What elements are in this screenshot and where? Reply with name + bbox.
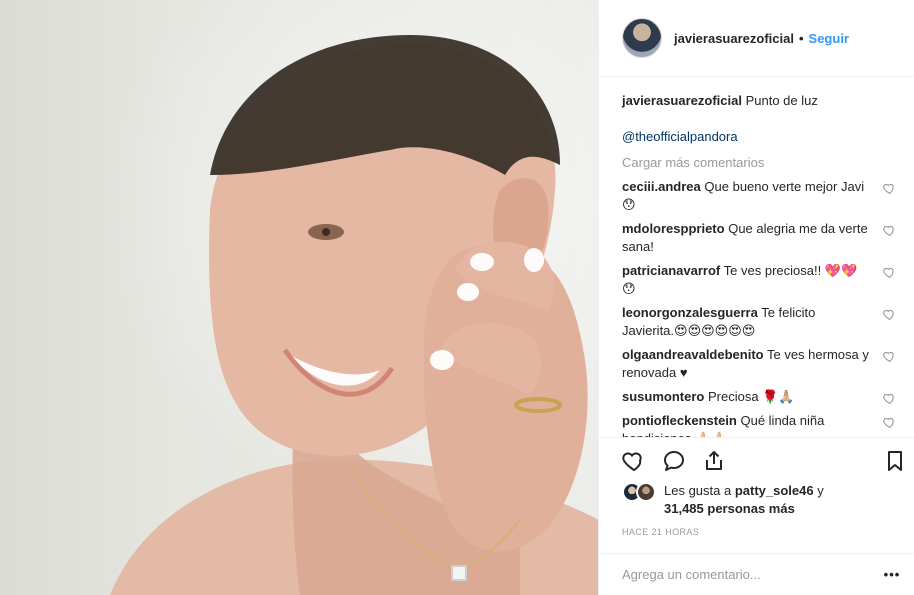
comment-item: mdolorespprieto Que alegria me da verte … <box>622 220 898 256</box>
comment-item: leonorgonzalesguerra Te felicito Javieri… <box>622 304 898 340</box>
like-button[interactable] <box>621 448 647 474</box>
instagram-post: javierasuarezoficial • Seguir javierasua… <box>0 0 914 595</box>
comment-username[interactable]: susumontero <box>622 389 704 404</box>
caption: javierasuarezoficial Punto de luz <box>622 92 898 110</box>
likes-prefix: Les gusta a <box>664 483 732 498</box>
separator-dot: • <box>798 30 804 46</box>
comment-button[interactable] <box>661 448 687 474</box>
comment-heart-icon[interactable] <box>883 416 896 429</box>
comment-text: Preciosa 🌹🙏🏼 <box>707 389 795 404</box>
caption-username[interactable]: javierasuarezoficial <box>622 93 742 108</box>
bookmark-icon <box>888 451 902 471</box>
follow-button[interactable]: Seguir <box>809 31 849 46</box>
photo-illustration <box>110 35 598 595</box>
comment-username[interactable]: olgaandreavaldebenito <box>622 347 764 362</box>
likers-avatars[interactable] <box>622 482 662 502</box>
comment-heart-icon[interactable] <box>883 266 896 279</box>
comments-panel[interactable]: javierasuarezoficial Punto de luz @theof… <box>599 78 914 438</box>
comment-item: ceciii.andrea Que bueno verte mejor Javi… <box>622 178 898 214</box>
liker-avatar[interactable] <box>636 482 656 502</box>
comment-username[interactable]: leonorgonzalesguerra <box>622 305 758 320</box>
likes-summary: Les gusta a patty_sole46 y 31,485 person… <box>622 482 898 518</box>
comment-heart-icon[interactable] <box>883 392 896 405</box>
load-more-comments[interactable]: Cargar más comentarios <box>622 154 898 172</box>
comment-heart-icon[interactable] <box>883 350 896 363</box>
author-username[interactable]: javierasuarezoficial <box>674 31 794 46</box>
comment-username[interactable]: pontiofleckenstein <box>622 413 737 428</box>
comment-item: patricianavarrof Te ves preciosa!! 💖💖 😯 <box>622 262 898 298</box>
likes-text: Les gusta a patty_sole46 y 31,485 person… <box>664 482 824 518</box>
add-comment-input[interactable] <box>622 567 880 582</box>
comment-username[interactable]: mdolorespprieto <box>622 221 725 236</box>
heart-icon <box>622 452 642 472</box>
post-actions <box>621 446 908 476</box>
ellipsis-icon: ••• <box>883 567 901 582</box>
more-options-button[interactable]: ••• <box>880 563 904 587</box>
share-button[interactable] <box>701 448 727 474</box>
comment-heart-icon[interactable] <box>883 224 896 237</box>
add-comment-bar: ••• <box>599 553 914 595</box>
caption-text: Punto de luz <box>745 93 818 108</box>
share-icon <box>706 451 722 470</box>
likes-user-link[interactable]: patty_sole46 <box>735 483 814 498</box>
likes-suffix: y <box>817 483 824 498</box>
comment-username[interactable]: patricianavarrof <box>622 263 720 278</box>
save-button[interactable] <box>882 448 908 474</box>
post-sidebar: javierasuarezoficial • Seguir javierasua… <box>599 0 914 595</box>
comment-item: olgaandreavaldebenito Te ves hermosa y r… <box>622 346 898 382</box>
caption-mention-link[interactable]: @theofficialpandora <box>622 128 898 146</box>
author-avatar[interactable] <box>622 18 662 58</box>
post-timestamp[interactable]: HACE 21 HORAS <box>622 527 699 537</box>
post-photo[interactable] <box>0 0 599 595</box>
comment-bubble-icon <box>664 451 684 471</box>
comment-item: pontiofleckenstein Qué linda niña bendic… <box>622 412 898 437</box>
comment-heart-icon[interactable] <box>883 182 896 195</box>
likes-count-link[interactable]: 31,485 personas más <box>664 501 795 516</box>
comment-heart-icon[interactable] <box>883 308 896 321</box>
post-header: javierasuarezoficial • Seguir <box>599 0 914 77</box>
comment-item: susumontero Preciosa 🌹🙏🏼 <box>622 388 898 406</box>
comment-username[interactable]: ceciii.andrea <box>622 179 701 194</box>
